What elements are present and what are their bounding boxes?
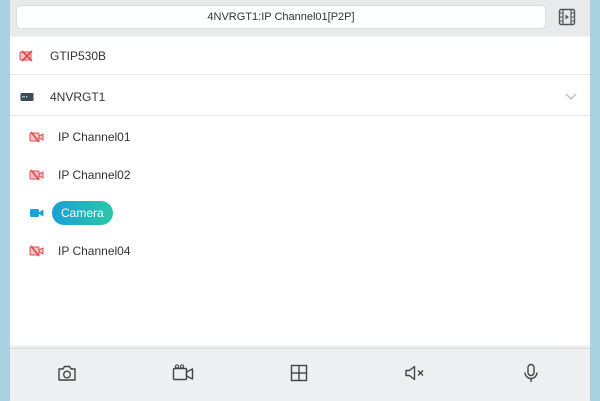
chevron-down-icon[interactable] xyxy=(564,90,578,104)
camera-offline-icon xyxy=(28,244,46,258)
channel-name: IP Channel04 xyxy=(58,244,131,258)
split-screen-icon xyxy=(290,364,308,382)
microphone-button[interactable] xyxy=(519,361,543,385)
camera-offline-icon xyxy=(28,130,46,144)
channel-item-ip-channel01[interactable]: IP Channel01 xyxy=(10,118,590,156)
channel-title-field[interactable]: 4NVRGT1:IP Channel01[P2P] xyxy=(16,5,546,29)
camera-offline-icon xyxy=(18,49,36,63)
video-playback-icon xyxy=(558,8,576,26)
device-item-4nvrgt1[interactable]: 4NVRGT1 xyxy=(10,78,590,116)
channel-title: 4NVRGT1:IP Channel01[P2P] xyxy=(207,11,355,23)
app-screen: 4NVRGT1:IP Channel01[P2P] GTIP530B 4NVRG… xyxy=(10,0,590,401)
microphone-icon xyxy=(524,363,538,382)
mute-icon xyxy=(405,365,424,381)
mute-button[interactable] xyxy=(403,361,427,385)
snapshot-button[interactable] xyxy=(55,361,79,385)
channel-item-camera[interactable]: Camera xyxy=(10,194,590,232)
record-icon xyxy=(172,364,194,381)
playback-button[interactable] xyxy=(556,6,578,28)
camera-offline-icon xyxy=(28,168,46,182)
channel-name: IP Channel01 xyxy=(58,130,131,144)
channel-name: IP Channel02 xyxy=(58,168,131,182)
device-name: 4NVRGT1 xyxy=(50,89,106,104)
bottom-toolbar xyxy=(10,348,590,401)
nvr-icon xyxy=(18,90,36,104)
selected-channel-pill: Camera xyxy=(52,201,113,225)
channel-item-ip-channel02[interactable]: IP Channel02 xyxy=(10,156,590,194)
split-screen-button[interactable] xyxy=(287,361,311,385)
snapshot-icon xyxy=(58,365,76,381)
channel-item-ip-channel04[interactable]: IP Channel04 xyxy=(10,232,590,270)
device-name: GTIP530B xyxy=(50,48,107,63)
camera-online-icon xyxy=(28,206,46,220)
record-button[interactable] xyxy=(171,361,195,385)
device-list: GTIP530B 4NVRGT1 IP Channel01 IP Channel… xyxy=(10,37,590,345)
device-item-gtip530b[interactable]: GTIP530B xyxy=(10,37,590,75)
header-bar: 4NVRGT1:IP Channel01[P2P] xyxy=(10,0,590,36)
